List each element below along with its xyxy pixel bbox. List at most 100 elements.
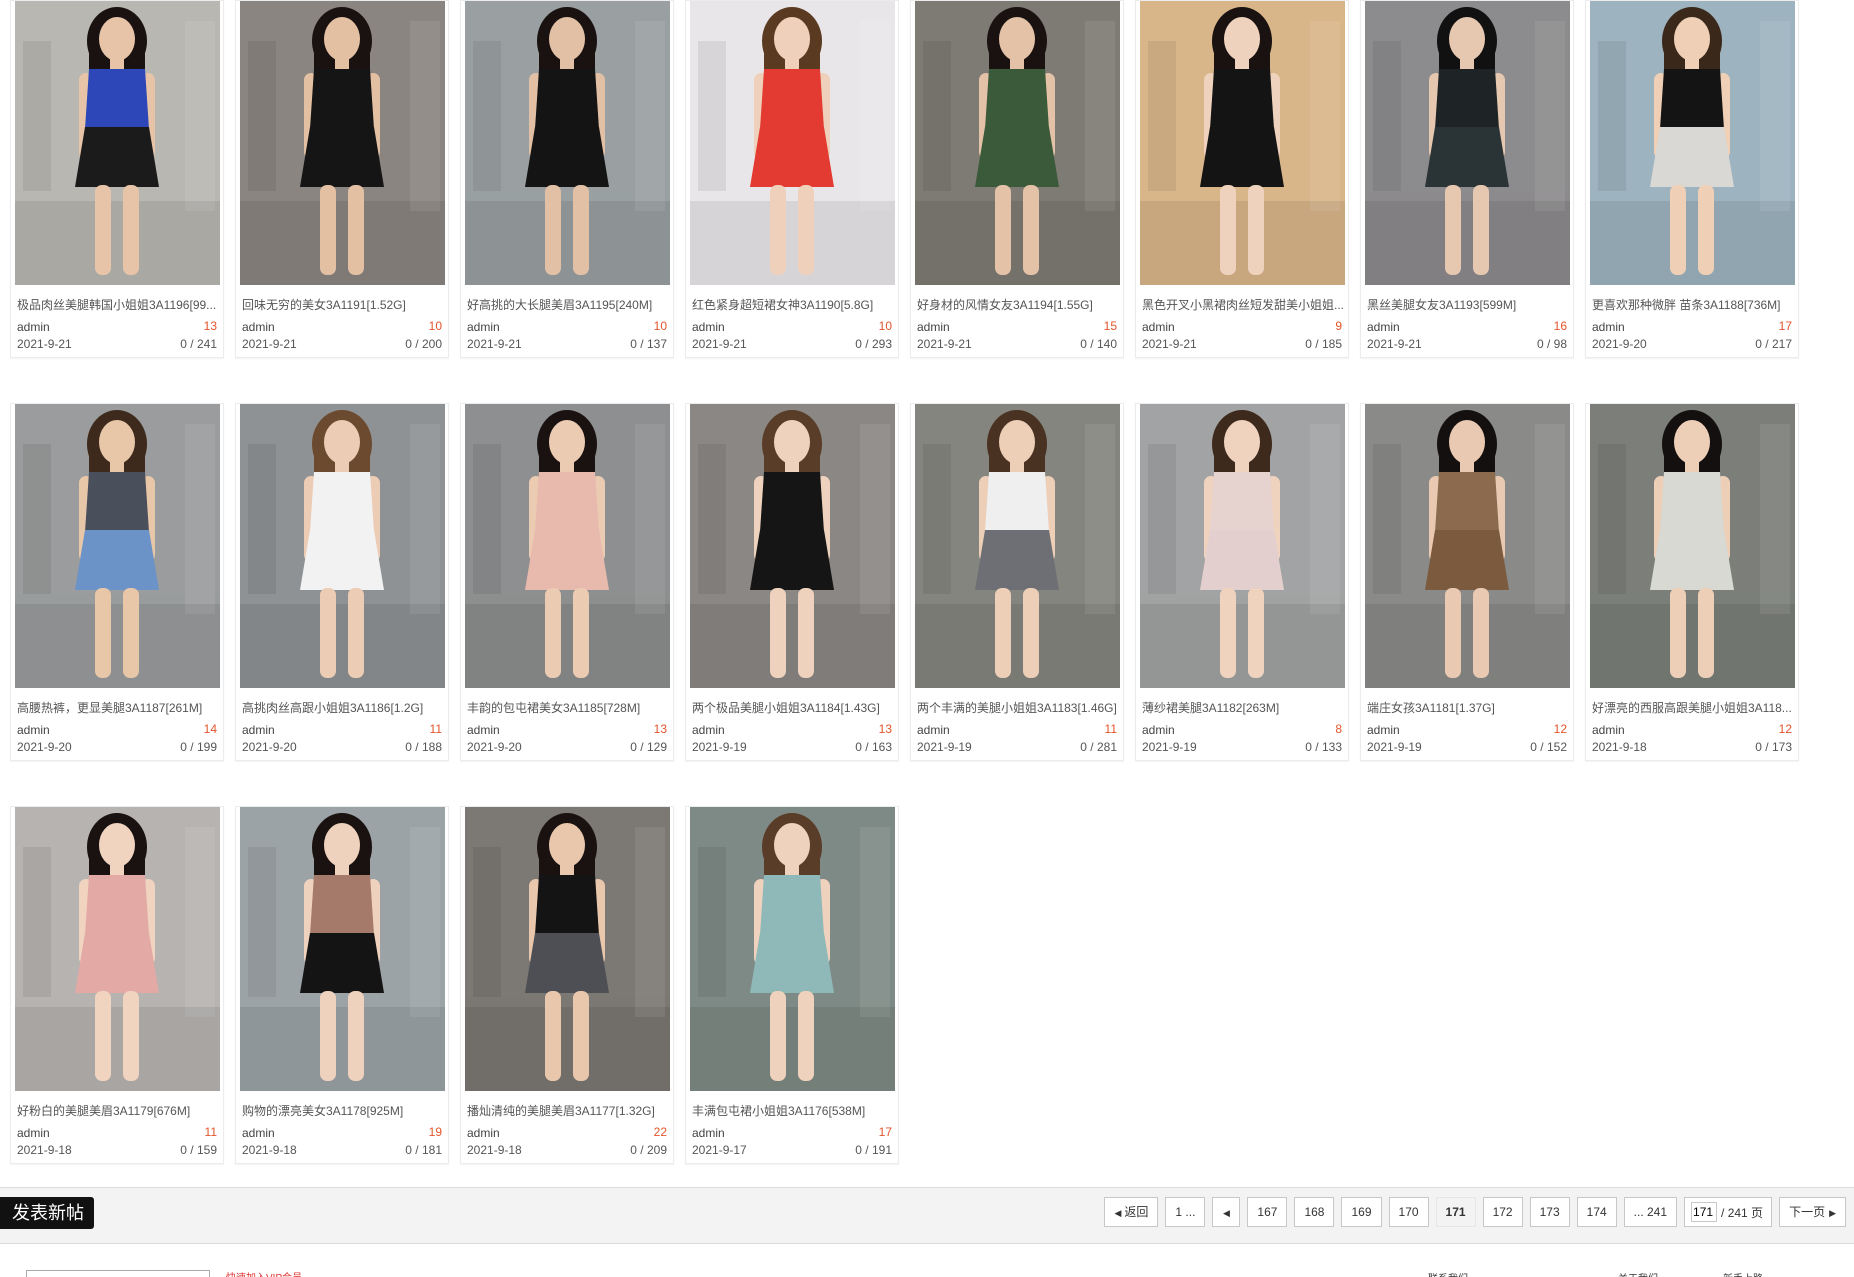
thread-title-link[interactable]: 好粉白的美腿美眉3A1179[676M] (17, 1102, 221, 1119)
thread-author-link[interactable]: admin (1367, 320, 1400, 334)
thread-author-link[interactable]: admin (1142, 320, 1175, 334)
last-page-link[interactable]: ... 241 (1623, 1197, 1678, 1227)
thread-author-link[interactable]: admin (17, 1126, 50, 1140)
thread-thumbnail[interactable] (15, 807, 220, 1091)
thread-thumbnail[interactable] (240, 404, 445, 688)
prev-page-button[interactable]: ◀ (1212, 1197, 1241, 1227)
thread-thumbnail[interactable] (1140, 1, 1345, 285)
thread-title-link[interactable]: 薄纱裙美腿3A1182[263M] (1142, 699, 1346, 716)
thread-card[interactable]: 黑丝美腿女友3A1193[599M] admin 16 2021-9-21 0 / 98 (1360, 0, 1574, 358)
thread-author-link[interactable]: admin (242, 320, 275, 334)
thread-card[interactable]: 两个极品美腿小姐姐3A1184[1.43G] admin 13 2021-9-19 0 … (685, 403, 899, 761)
thread-card[interactable]: 好高挑的大长腿美眉3A1195[240M] admin 10 2021-9-21 0 /… (460, 0, 674, 358)
thread-thumbnail[interactable] (1140, 404, 1345, 688)
thread-thumbnail[interactable] (1365, 1, 1570, 285)
thread-author-link[interactable]: admin (917, 320, 950, 334)
thread-card[interactable]: 丰满包屯裙小姐姐3A1176[538M] admin 17 2021-9-17 0 / … (685, 806, 899, 1164)
thread-title-link[interactable]: 丰满包屯裙小姐姐3A1176[538M] (692, 1102, 896, 1119)
thread-title-link[interactable]: 好高挑的大长腿美眉3A1195[240M] (467, 296, 671, 313)
thread-thumbnail[interactable] (1590, 1, 1795, 285)
page-link-172[interactable]: 172 (1482, 1197, 1523, 1227)
thread-author-link[interactable]: admin (692, 1126, 725, 1140)
thread-title-link[interactable]: 红色紧身超短裙女神3A1190[5.8G] (692, 296, 896, 313)
thread-thumbnail[interactable] (690, 1, 895, 285)
thread-author-link[interactable]: admin (242, 723, 275, 737)
page-link-169[interactable]: 169 (1341, 1197, 1382, 1227)
photo-image (465, 807, 670, 1091)
thread-card[interactable]: 购物的漂亮美女3A1178[925M] admin 19 2021-9-18 0 / 1… (235, 806, 449, 1164)
thread-title-link[interactable]: 购物的漂亮美女3A1178[925M] (242, 1102, 446, 1119)
thread-card[interactable]: 黑色开叉小黑裙肉丝短发甜美小姐姐... admin 9 2021-9-21 0 / 18… (1135, 0, 1349, 358)
thread-thumbnail[interactable] (690, 404, 895, 688)
thread-author-link[interactable]: admin (917, 723, 950, 737)
thread-card[interactable]: 回味无穷的美女3A1191[1.52G] admin 10 2021-9-21 0 / … (235, 0, 449, 358)
footer-link-newbie[interactable]: 新手上路 (1723, 1270, 1763, 1277)
thread-title-link[interactable]: 两个极品美腿小姐姐3A1184[1.43G] (692, 699, 896, 716)
thread-card[interactable]: 高挑肉丝高跟小姐姐3A1186[1.2G] admin 11 2021-9-20 0 /… (235, 403, 449, 761)
thread-thumbnail[interactable] (915, 1, 1120, 285)
thread-author-link[interactable]: admin (467, 1126, 500, 1140)
page-link-168[interactable]: 168 (1294, 1197, 1335, 1227)
thread-card[interactable]: 薄纱裙美腿3A1182[263M] admin 8 2021-9-19 0 / 133 (1135, 403, 1349, 761)
thread-card[interactable]: 红色紧身超短裙女神3A1190[5.8G] admin 10 2021-9-21 0 /… (685, 0, 899, 358)
thread-author-link[interactable]: admin (1367, 723, 1400, 737)
thread-thumbnail[interactable] (1590, 404, 1795, 688)
page-link-173[interactable]: 173 (1529, 1197, 1570, 1227)
thread-thumbnail[interactable] (690, 807, 895, 1091)
thread-thumbnail[interactable] (915, 404, 1120, 688)
thread-card[interactable]: 丰韵的包屯裙美女3A1185[728M] admin 13 2021-9-20 0 / … (460, 403, 674, 761)
thread-thumbnail[interactable] (15, 1, 220, 285)
thread-title-link[interactable]: 丰韵的包屯裙美女3A1185[728M] (467, 699, 671, 716)
thread-thumbnail[interactable] (240, 1, 445, 285)
thread-reply-view-stats: 0 / 185 (1305, 337, 1342, 351)
thread-thumbnail[interactable] (465, 404, 670, 688)
thread-author-link[interactable]: admin (1592, 723, 1625, 737)
thread-card[interactable]: 端庄女孩3A1181[1.37G] admin 12 2021-9-19 0 / 152 (1360, 403, 1574, 761)
thread-title-link[interactable]: 回味无穷的美女3A1191[1.52G] (242, 296, 446, 313)
thread-title-link[interactable]: 极品肉丝美腿韩国小姐姐3A1196[99... (17, 296, 221, 313)
first-page-link[interactable]: 1 ... (1165, 1197, 1206, 1227)
page-jump-input[interactable] (1691, 1202, 1718, 1222)
thread-title-link[interactable]: 好身材的风情女友3A1194[1.55G] (917, 296, 1121, 313)
thread-author-link[interactable]: admin (692, 320, 725, 334)
thread-title-link[interactable]: 播灿清纯的美腿美眉3A1177[1.32G] (467, 1102, 671, 1119)
thread-card[interactable]: 好漂亮的西服高跟美腿小姐姐3A118... admin 12 2021-9-18 0 /… (1585, 403, 1799, 761)
thread-author-link[interactable]: admin (17, 723, 50, 737)
thread-author-link[interactable]: admin (467, 723, 500, 737)
thread-title-link[interactable]: 高挑肉丝高跟小姐姐3A1186[1.2G] (242, 699, 446, 716)
thread-author-link[interactable]: admin (467, 320, 500, 334)
page-link-170[interactable]: 170 (1388, 1197, 1429, 1227)
back-button[interactable]: ◀ 返回 (1104, 1197, 1159, 1227)
thread-author-link[interactable]: admin (1142, 723, 1175, 737)
thread-card[interactable]: 好粉白的美腿美眉3A1179[676M] admin 11 2021-9-18 0 / … (10, 806, 224, 1164)
thread-card[interactable]: 高腰热裤，更显美腿3A1187[261M] admin 14 2021-9-20 0 /… (10, 403, 224, 761)
thread-author-link[interactable]: admin (17, 320, 50, 334)
thread-thumbnail[interactable] (15, 404, 220, 688)
thread-thumbnail[interactable] (1365, 404, 1570, 688)
next-page-button[interactable]: 下一页 ▶ (1779, 1197, 1846, 1227)
thread-title-link[interactable]: 高腰热裤，更显美腿3A1187[261M] (17, 699, 221, 716)
thread-thumbnail[interactable] (465, 807, 670, 1091)
thread-title-link[interactable]: 更喜欢那种微胖 苗条3A1188[736M] (1592, 296, 1796, 313)
thread-thumbnail[interactable] (240, 807, 445, 1091)
thread-title-link[interactable]: 黑丝美腿女友3A1193[599M] (1367, 296, 1571, 313)
thread-title-link[interactable]: 好漂亮的西服高跟美腿小姐姐3A118... (1592, 699, 1796, 716)
thread-author-link[interactable]: admin (242, 1126, 275, 1140)
thread-card[interactable]: 好身材的风情女友3A1194[1.55G] admin 15 2021-9-21 0 /… (910, 0, 1124, 358)
thread-card[interactable]: 两个丰满的美腿小姐姐3A1183[1.46G] admin 11 2021-9-19 0… (910, 403, 1124, 761)
page-link-167[interactable]: 167 (1247, 1197, 1288, 1227)
thread-title-link[interactable]: 两个丰满的美腿小姐姐3A1183[1.46G] (917, 699, 1121, 716)
thread-thumbnail[interactable] (465, 1, 670, 285)
footer-link-contact[interactable]: 联系我们 (1428, 1270, 1468, 1277)
footer-link-about[interactable]: 关于我们 (1618, 1270, 1658, 1277)
thread-title-link[interactable]: 黑色开叉小黑裙肉丝短发甜美小姐姐... (1142, 296, 1346, 313)
thread-author-link[interactable]: admin (1592, 320, 1625, 334)
thread-card[interactable]: 更喜欢那种微胖 苗条3A1188[736M] admin 17 2021-9-20 0 … (1585, 0, 1799, 358)
new-post-button[interactable]: 发表新帖 (0, 1197, 94, 1229)
vip-link[interactable]: 快速加入VIP会员 (226, 1269, 302, 1277)
thread-card[interactable]: 播灿清纯的美腿美眉3A1177[1.32G] admin 22 2021-9-18 0 … (460, 806, 674, 1164)
thread-card[interactable]: 极品肉丝美腿韩国小姐姐3A1196[99... admin 13 2021-9-21 0… (10, 0, 224, 358)
page-link-174[interactable]: 174 (1576, 1197, 1617, 1227)
thread-author-link[interactable]: admin (692, 723, 725, 737)
thread-title-link[interactable]: 端庄女孩3A1181[1.37G] (1367, 699, 1571, 716)
